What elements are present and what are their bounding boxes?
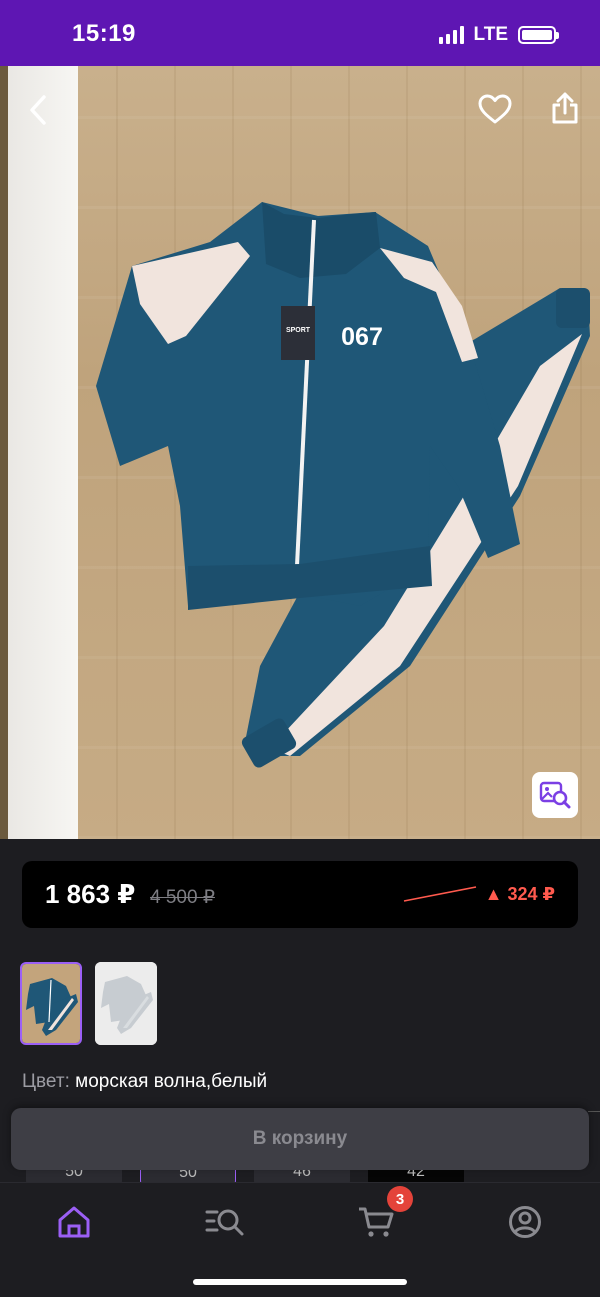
catalog-search-icon [205,1209,244,1236]
divider [588,1111,600,1112]
status-time: 15:19 [72,20,136,47]
color-label: Цвет: [22,1071,70,1092]
price-current: 1 863 ₽ [45,879,136,909]
product-photo[interactable]: SPORT 067 [0,66,600,839]
share-icon [552,92,578,124]
cart-count-badge: 3 [387,1186,413,1212]
jacket-number: 067 [341,323,383,351]
share-button[interactable] [545,86,585,130]
tracksuit-image: SPORT 067 [96,202,590,768]
favorite-button[interactable] [474,88,516,130]
price-old: 4 500 ₽ [150,887,215,908]
cart-icon [359,1207,394,1237]
color-value: морская волна,белый [75,1071,268,1092]
price-card[interactable]: 1 863 ₽ 4 500 ₽ ▲ 324 ₽ [22,861,578,928]
price-history-sparkline [403,886,477,902]
tab-profile[interactable] [500,1197,550,1247]
network-type: LTE [473,24,508,45]
home-indicator[interactable] [193,1279,407,1285]
color-info: Цвет: морская волна,белый [22,1071,267,1093]
status-indicators: LTE [438,24,559,46]
visual-search-button[interactable] [532,772,578,818]
thumbnail-white-tracksuit[interactable] [95,962,157,1045]
tab-catalog[interactable] [200,1197,250,1247]
status-bar: 15:19 LTE [0,0,600,66]
signal-icon [438,26,464,44]
heart-icon [478,94,512,124]
add-to-cart-button[interactable]: В корзину [11,1108,589,1170]
price-change: ▲ 324 ₽ [484,884,555,904]
tag-brand: SPORT [286,327,311,334]
back-icon [30,95,46,125]
home-icon [58,1206,90,1238]
visual-search-icon [539,781,571,809]
battery-icon [518,26,559,44]
profile-icon [509,1206,541,1238]
thumbnail-navy-tracksuit[interactable] [20,962,82,1045]
back-button[interactable] [18,90,58,130]
tab-home[interactable] [49,1197,99,1247]
